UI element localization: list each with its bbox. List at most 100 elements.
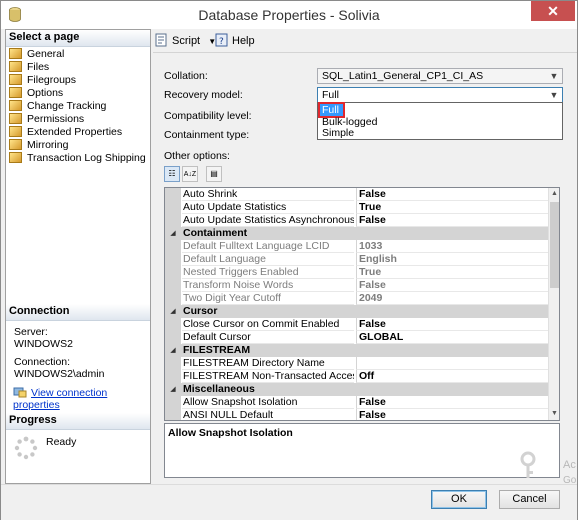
grid-category[interactable]: ◢ Cursor: [165, 305, 549, 318]
grid-row[interactable]: ANSI NULL Default False: [165, 409, 549, 420]
grid-row[interactable]: FILESTREAM Non-Transacted Access Off: [165, 370, 549, 383]
row-gutter: [165, 188, 181, 201]
property-value[interactable]: False: [356, 279, 549, 292]
chevron-down-icon: ▼: [549, 71, 559, 81]
property-value[interactable]: False: [356, 318, 549, 331]
cancel-button[interactable]: Cancel: [499, 490, 560, 509]
property-value[interactable]: Off: [356, 370, 549, 383]
page-item-mirroring[interactable]: Mirroring: [9, 139, 68, 152]
page-item-label: Filegroups: [27, 74, 77, 86]
key-watermark-icon: [520, 451, 536, 478]
page-item-label: Change Tracking: [27, 100, 107, 112]
close-button[interactable]: ✕: [531, 1, 575, 21]
progress-spinner-icon: [14, 436, 38, 460]
collapse-icon[interactable]: ◢: [165, 305, 181, 318]
page-item-extended-properties[interactable]: Extended Properties: [9, 126, 122, 139]
row-gutter: [165, 266, 181, 279]
property-value[interactable]: False: [356, 396, 549, 409]
option-full[interactable]: Full: [318, 102, 345, 118]
help-icon: ?: [215, 33, 228, 47]
collapse-icon[interactable]: ◢: [165, 227, 181, 240]
grid-row[interactable]: Two Digit Year Cutoff 2049: [165, 292, 549, 305]
toolbar: Script ▼ ? Help: [153, 29, 577, 53]
property-value[interactable]: [356, 357, 549, 370]
page-item-label: Files: [27, 61, 50, 73]
row-gutter: [165, 279, 181, 292]
page-item-permissions[interactable]: Permissions: [9, 113, 84, 126]
property-grid[interactable]: Auto Shrink False Auto Update Statistics Tr…: [164, 187, 560, 421]
grid-row[interactable]: Default Fulltext Language LCID 1033: [165, 240, 549, 253]
page-item-files[interactable]: Files: [9, 61, 49, 74]
grid-row[interactable]: Transform Noise Words False: [165, 279, 549, 292]
property-value[interactable]: False: [356, 188, 549, 201]
row-gutter: [165, 357, 181, 370]
property-description: Allow Snapshot Isolation: [164, 423, 560, 478]
page-item-change-tracking[interactable]: Change Tracking: [9, 100, 106, 113]
property-name: Default Fulltext Language LCID: [182, 240, 354, 253]
script-button[interactable]: Script ▼: [155, 33, 216, 49]
property-value[interactable]: False: [356, 409, 549, 420]
grid-row[interactable]: Auto Update Statistics Asynchronously Fal…: [165, 214, 549, 227]
collapse-icon[interactable]: ◢: [165, 344, 181, 357]
property-name: Auto Update Statistics: [182, 201, 354, 214]
grid-row[interactable]: Close Cursor on Commit Enabled False: [165, 318, 549, 331]
category-label: Miscellaneous: [183, 383, 255, 395]
collapse-icon[interactable]: ◢: [165, 383, 181, 396]
page-icon: [9, 113, 22, 124]
server-value: WINDOWS2: [14, 338, 73, 350]
grid-scrollbar[interactable]: ▲ ▼: [548, 188, 559, 420]
grid-category[interactable]: ◢ Containment: [165, 227, 549, 240]
property-pages-icon: ▤: [210, 169, 218, 178]
property-name: Auto Update Statistics Asynchronously: [182, 214, 354, 227]
scroll-down-icon[interactable]: ▼: [549, 408, 559, 420]
row-gutter: [165, 318, 181, 331]
page-icon: [9, 100, 22, 111]
page-item-general[interactable]: General: [9, 48, 64, 61]
property-value[interactable]: 1033: [356, 240, 549, 253]
property-name: Default Cursor: [182, 331, 354, 344]
help-button[interactable]: ? Help: [215, 33, 255, 49]
progress-status: Ready: [46, 436, 77, 448]
other-options-label: Other options:: [164, 150, 230, 162]
option-simple[interactable]: Simple: [320, 127, 560, 139]
grid-row[interactable]: Allow Snapshot Isolation False: [165, 396, 549, 409]
view-connection-link[interactable]: View connection properties: [13, 387, 107, 411]
page-item-options[interactable]: Options: [9, 87, 63, 100]
view-connection-properties[interactable]: View connection properties: [13, 386, 150, 411]
property-value[interactable]: 2049: [356, 292, 549, 305]
property-pages-button[interactable]: ▤: [206, 166, 222, 182]
grid-row[interactable]: Default Cursor GLOBAL: [165, 331, 549, 344]
property-value[interactable]: True: [356, 201, 549, 214]
category-label: Containment: [183, 227, 248, 239]
alphabetical-view-button[interactable]: A↓Z: [182, 166, 198, 182]
watermark-text-1: Ac: [563, 459, 576, 471]
ok-button[interactable]: OK: [431, 490, 487, 509]
grid-row[interactable]: FILESTREAM Directory Name: [165, 357, 549, 370]
property-value[interactable]: GLOBAL: [356, 331, 549, 344]
property-name: Default Language: [182, 253, 354, 266]
property-value[interactable]: English: [356, 253, 549, 266]
grid-category[interactable]: ◢ Miscellaneous: [165, 383, 549, 396]
page-item-filegroups[interactable]: Filegroups: [9, 74, 76, 87]
category-label: Cursor: [183, 305, 218, 317]
script-icon: [155, 33, 167, 47]
grid-category[interactable]: ◢ FILESTREAM: [165, 344, 549, 357]
page-item-transaction-log-shipping[interactable]: Transaction Log Shipping: [9, 152, 146, 165]
categorized-view-button[interactable]: ☷: [164, 166, 180, 182]
grid-row[interactable]: Default Language English: [165, 253, 549, 266]
scroll-up-icon[interactable]: ▲: [549, 188, 559, 200]
collation-combo[interactable]: SQL_Latin1_General_CP1_CI_AS ▼: [317, 68, 563, 84]
grid-row[interactable]: Auto Shrink False: [165, 188, 549, 201]
script-label: Script: [172, 35, 201, 47]
scroll-thumb[interactable]: [550, 202, 559, 288]
row-gutter: [165, 253, 181, 266]
grid-row[interactable]: Nested Triggers Enabled True: [165, 266, 549, 279]
property-value[interactable]: False: [356, 214, 549, 227]
row-gutter: [165, 201, 181, 214]
property-value[interactable]: True: [356, 266, 549, 279]
sort-az-icon: A↓Z: [183, 171, 197, 178]
page-icon: [9, 48, 22, 59]
connection-value: WINDOWS2\admin: [14, 368, 105, 380]
grid-row[interactable]: Auto Update Statistics True: [165, 201, 549, 214]
recovery-model-combo[interactable]: Full ▼: [317, 87, 563, 103]
